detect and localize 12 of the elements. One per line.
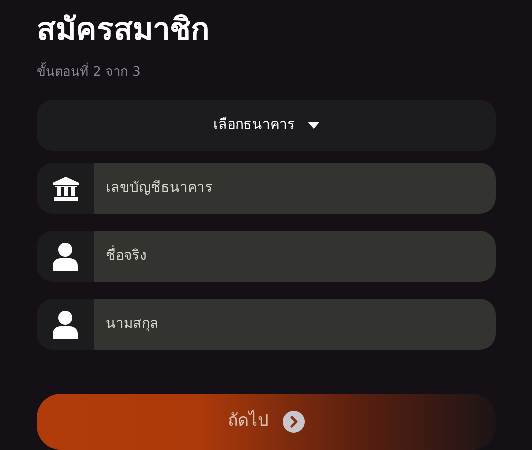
person-icon: [53, 242, 78, 270]
next-button[interactable]: ถัดไป: [37, 394, 496, 450]
bank-dropdown[interactable]: เลือกธนาคาร: [37, 100, 496, 151]
person-icon: [53, 310, 78, 338]
chevron-right-icon: [283, 411, 305, 433]
input-field[interactable]: นามสกุล: [94, 299, 496, 350]
caret-icon: [308, 122, 320, 130]
bank-icon: [52, 176, 78, 200]
input-field[interactable]: ชื่อจริง: [94, 231, 496, 282]
page-title: สมัครสมาชิก: [37, 11, 211, 50]
input-field[interactable]: เลขบัญชีธนาคาร: [94, 163, 496, 214]
step-indicator: ขั้นตอนที่ 2 จาก 3: [37, 64, 496, 82]
